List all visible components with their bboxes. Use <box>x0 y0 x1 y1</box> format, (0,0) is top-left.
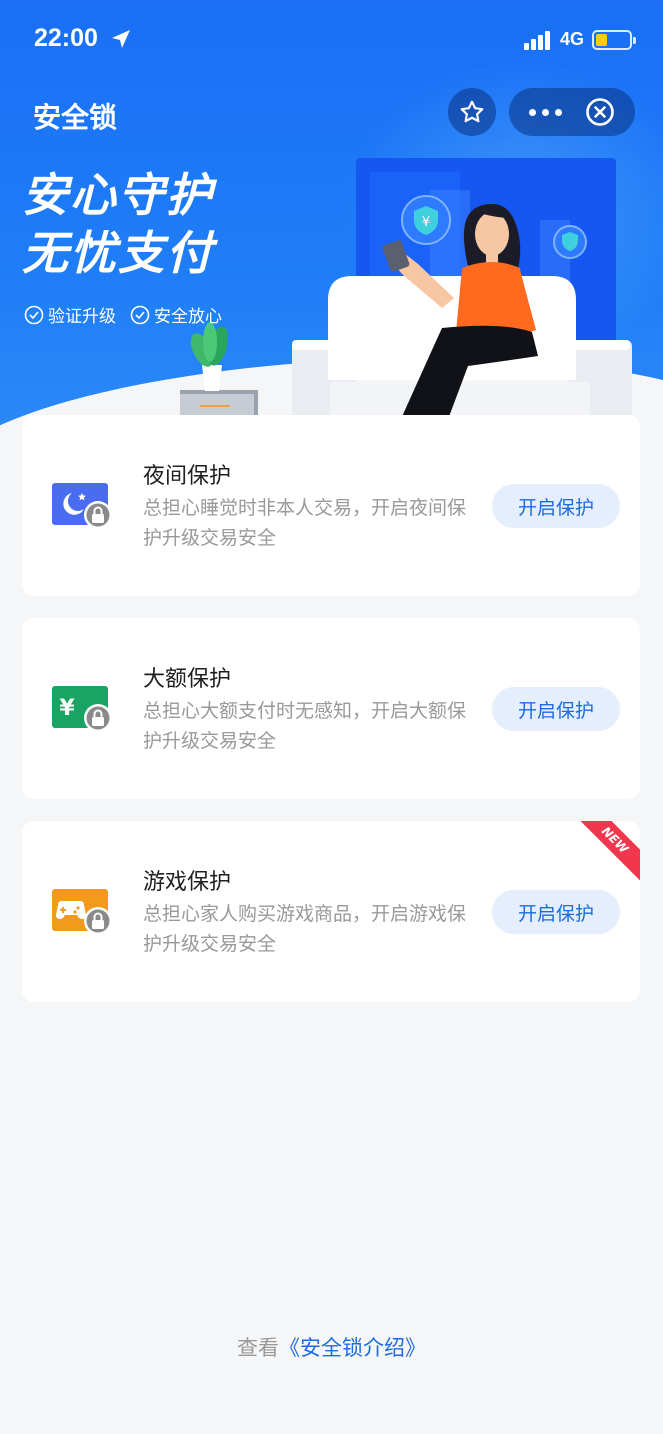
protection-card-large-amount: ¥ 大额保护 总担心大额支付时无感知，开启大额保护升级交易安全 开启保护 <box>22 618 640 799</box>
hero-tag: 验证升级 <box>24 302 116 327</box>
close-icon[interactable] <box>585 97 615 127</box>
gamepad-lock-icon <box>52 889 112 935</box>
intro-link[interactable]: 《安全锁介绍》 <box>279 1336 426 1360</box>
hero-tags: 验证升级 安全放心 <box>24 302 222 327</box>
plant-icon <box>180 322 258 420</box>
hero-tag: 安全放心 <box>130 302 222 327</box>
slogan-line-1: 安心守护 <box>22 168 214 222</box>
nav-bar: 安全锁 <box>0 86 663 142</box>
dot-icon <box>541 108 549 116</box>
battery-icon <box>592 30 636 50</box>
enable-protection-button[interactable]: 开启保护 <box>492 890 620 934</box>
yuan-lock-icon: ¥ <box>52 686 112 732</box>
moon-lock-icon <box>52 483 112 529</box>
card-description: 总担心家人购买游戏商品，开启游戏保护升级交易安全 <box>143 903 467 955</box>
star-icon <box>460 100 484 123</box>
status-time: 22:00 <box>34 24 98 52</box>
network-type: 4G <box>560 29 585 49</box>
cellular-signal-icon <box>524 31 550 50</box>
enable-protection-button[interactable]: 开启保护 <box>492 484 620 528</box>
woman-on-sofa-illustration: ¥ <box>180 158 632 420</box>
shield-yuan-icon: ¥ <box>401 195 451 245</box>
enable-protection-button[interactable]: 开启保护 <box>492 687 620 731</box>
card-title: 游戏保护 <box>143 870 232 895</box>
card-title: 大额保护 <box>143 667 232 692</box>
footer-prefix: 查看 <box>237 1336 279 1360</box>
mini-program-capsule <box>509 88 635 136</box>
status-bar: 22:00 4G <box>0 0 663 80</box>
more-options-button[interactable] <box>523 102 567 122</box>
card-description: 总担心大额支付时无感知，开启大额保护升级交易安全 <box>143 700 467 752</box>
location-arrow-icon <box>112 30 130 48</box>
hero-tag-label: 安全放心 <box>154 307 222 327</box>
check-circle-icon <box>24 305 44 324</box>
favorite-button[interactable] <box>448 88 496 136</box>
page-title: 安全锁 <box>33 101 118 134</box>
shield-moon-icon <box>553 225 587 259</box>
card-description: 总担心睡觉时非本人交易，开启夜间保护升级交易安全 <box>143 497 467 549</box>
card-title: 夜间保护 <box>143 464 232 489</box>
dot-icon <box>554 108 562 116</box>
check-circle-icon <box>130 305 150 324</box>
hero-slogan: 安心守护 无忧支付 <box>22 166 214 282</box>
protection-card-game: 游戏保护 总担心家人购买游戏商品，开启游戏保护升级交易安全 开启保护 NEW <box>22 821 640 1002</box>
svg-text:¥: ¥ <box>422 215 430 230</box>
hero-tag-label: 验证升级 <box>48 307 116 327</box>
svg-text:¥: ¥ <box>59 696 75 721</box>
protection-card-night: 夜间保护 总担心睡觉时非本人交易，开启夜间保护升级交易安全 开启保护 <box>22 415 640 596</box>
footer-intro: 查看《安全锁介绍》 <box>0 1332 663 1362</box>
dot-icon <box>528 108 536 116</box>
slogan-line-2: 无忧支付 <box>22 226 214 280</box>
new-badge: NEW <box>568 821 640 887</box>
